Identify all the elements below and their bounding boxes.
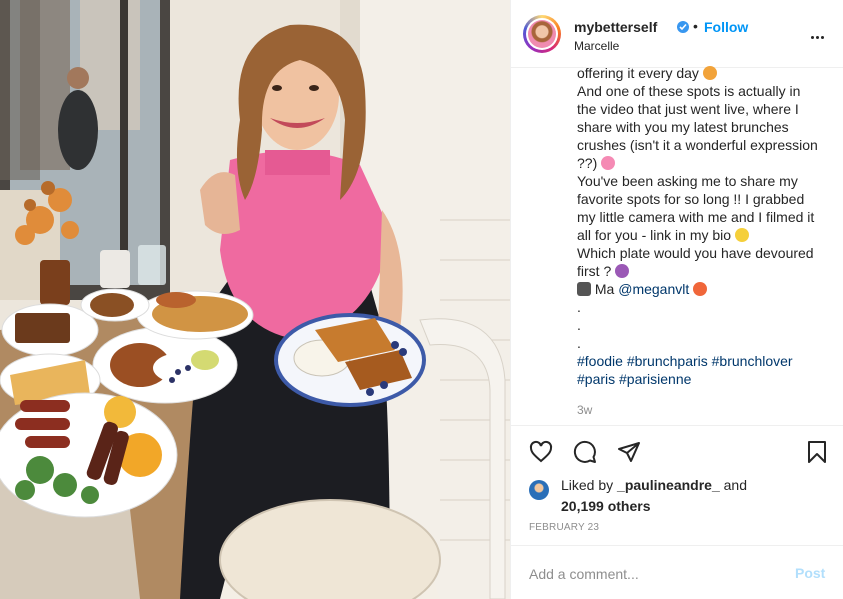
separator-dot: • (693, 18, 698, 34)
caption-line: all for you - link in my bio (577, 226, 839, 244)
liked-by-label: Liked by (561, 477, 614, 493)
caption-line: share with you my latest brunches (577, 119, 789, 135)
caption-line: . (577, 299, 581, 315)
caption-line: my little camera with me and I filmed it (577, 209, 815, 225)
username-link[interactable]: mybetterself (574, 19, 657, 35)
more-options-icon[interactable] (810, 26, 830, 39)
bookmark-icon[interactable] (805, 440, 829, 464)
caption-line: ??) (577, 154, 839, 172)
liker-username-link[interactable]: _paulineandre_ (617, 477, 720, 493)
caption-line: offering it every day (577, 64, 839, 82)
camera-emoji-icon (577, 282, 591, 296)
pink-heart-icon (601, 156, 616, 170)
caption: offering it every day And one of these s… (577, 64, 839, 424)
caption-line: You've been asking me to share my (577, 173, 798, 189)
heart-icon[interactable] (529, 440, 553, 464)
post-date[interactable]: FEBRUARY 23 (529, 522, 599, 533)
instagram-post: mybetterself • Follow Marcelle offering … (0, 0, 843, 599)
dizzy-star-icon (734, 228, 749, 242)
hashtags[interactable]: #paris #parisienne (577, 370, 839, 388)
hashtags[interactable]: #foodie #brunchparis #brunchlover (577, 352, 839, 370)
caption-line: the video that just went live, where I (577, 101, 799, 117)
post-header: mybetterself • Follow Marcelle (511, 0, 843, 68)
emoji-icon (702, 66, 717, 80)
comment-icon[interactable] (573, 440, 597, 464)
likes-count-link[interactable]: 20,199 others (561, 498, 651, 514)
verified-badge-icon (677, 21, 689, 33)
mention-link[interactable]: @meganvlt (618, 281, 689, 297)
caption-line: . (577, 335, 581, 351)
post-photo[interactable] (0, 0, 510, 599)
caption-line: Which plate would you have devoured (577, 245, 814, 261)
likes-text: Liked by _paulineandre_ and 20,199 other… (561, 475, 747, 517)
comment-form: Post (511, 545, 843, 599)
caption-line: And one of these spots is actually in (577, 83, 801, 99)
orange-heart-icon (693, 282, 708, 296)
liker-avatar[interactable] (529, 480, 549, 500)
brunch-photo (0, 0, 510, 599)
person-emoji-icon (615, 264, 630, 278)
caption-line: favorite spots for so long !! I grabbed (577, 191, 805, 207)
location-link[interactable]: Marcelle (574, 39, 619, 53)
caption-line: . (577, 317, 581, 333)
follow-button[interactable]: Follow (704, 19, 748, 35)
paper-plane-icon[interactable] (617, 440, 641, 464)
post-comment-button[interactable]: Post (795, 565, 825, 581)
comment-input[interactable] (527, 562, 771, 586)
caption-line: first ? (577, 262, 839, 280)
and-label: and (723, 477, 747, 493)
caption-line: Ma @meganvlt (577, 280, 839, 298)
action-bar (511, 425, 843, 481)
post-side-panel: mybetterself • Follow Marcelle offering … (510, 0, 843, 599)
comment-time-ago: 3w (577, 403, 593, 417)
avatar-image (528, 20, 556, 48)
avatar[interactable] (523, 15, 561, 53)
caption-line: crushes (isn't it a wonderful expression (577, 137, 818, 153)
